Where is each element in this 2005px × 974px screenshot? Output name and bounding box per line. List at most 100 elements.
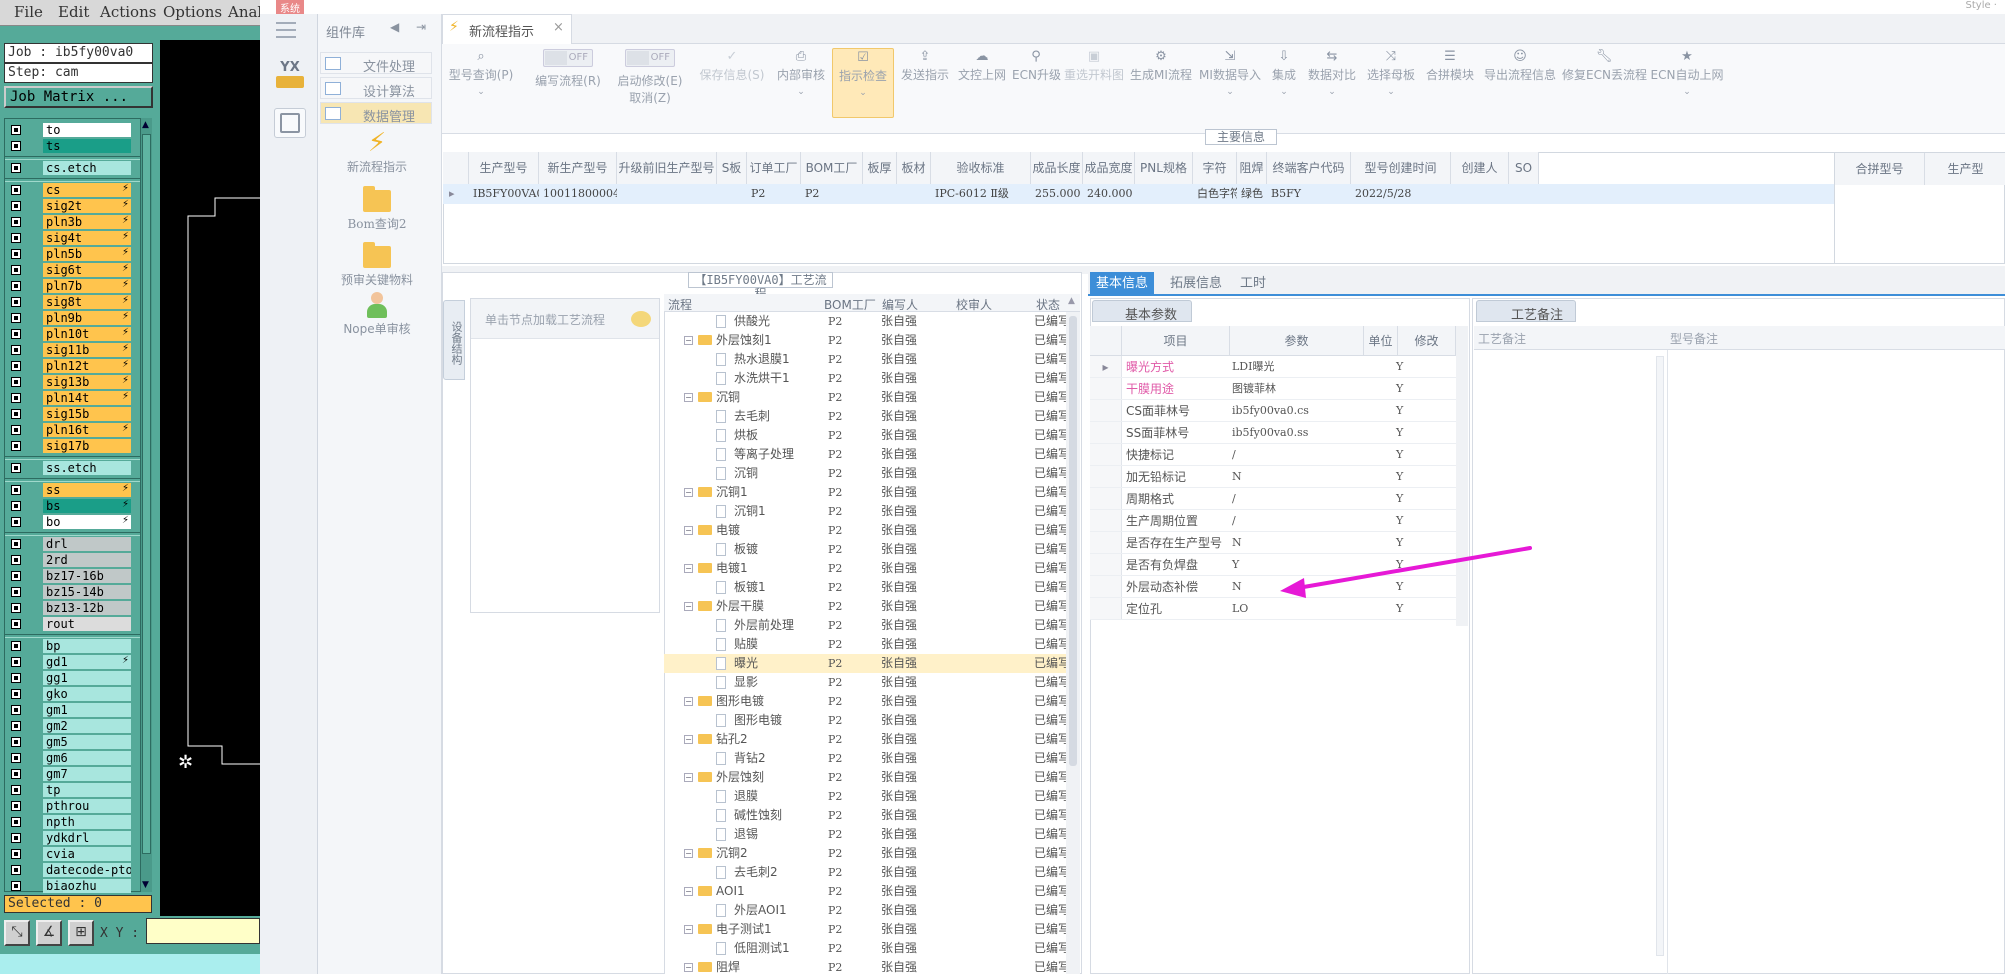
- tree-node[interactable]: 板镀1 P2 张自强 已编写: [664, 578, 1066, 597]
- collapse-toggle-icon[interactable]: −: [684, 925, 693, 934]
- table-cell[interactable]: P2: [801, 184, 863, 204]
- layer-checkbox[interactable]: [11, 425, 21, 435]
- tree-node[interactable]: 低阻测试1 P2 张自强 已编写: [664, 939, 1066, 958]
- layer-checkbox[interactable]: [11, 539, 21, 549]
- param-value[interactable]: 图镀菲林: [1232, 378, 1276, 400]
- tree-node[interactable]: − 沉铜 P2 张自强 已编写: [664, 388, 1066, 407]
- layer-name[interactable]: gd1: [43, 655, 131, 669]
- toggle-switch[interactable]: OFF: [625, 49, 675, 67]
- process-remark-text[interactable]: [1474, 350, 1668, 974]
- layer-checkbox[interactable]: [11, 377, 21, 387]
- layer-name[interactable]: ss: [43, 483, 131, 497]
- layer-row[interactable]: cvia: [7, 847, 131, 861]
- layer-row[interactable]: drl: [7, 537, 131, 551]
- layer-row[interactable]: ss.etch: [7, 461, 131, 475]
- reopen-drawing-button[interactable]: ▣ 重选开料图: [1062, 48, 1126, 118]
- collapse-toggle-icon[interactable]: −: [684, 849, 693, 858]
- param-value[interactable]: /: [1232, 510, 1236, 532]
- layer-name[interactable]: bz15-14b: [43, 585, 131, 599]
- layer-checkbox[interactable]: [11, 265, 21, 275]
- layer-name[interactable]: pln9b: [43, 311, 131, 325]
- layer-name[interactable]: sig2t: [43, 199, 131, 213]
- layer-name[interactable]: sig4t: [43, 231, 131, 245]
- measure-tool-icon[interactable]: ∡: [36, 920, 62, 946]
- tree-node[interactable]: 退锡 P2 张自强 已编写: [664, 825, 1066, 844]
- layer-row[interactable]: bp: [7, 639, 131, 653]
- layer-checkbox[interactable]: [11, 619, 21, 629]
- table-cell[interactable]: 2022/5/28: [1351, 184, 1451, 204]
- layer-row[interactable]: bz17-16b: [7, 569, 131, 583]
- menu-edit[interactable]: Edit: [58, 3, 89, 21]
- layer-name[interactable]: 2rd: [43, 553, 131, 567]
- collapse-toggle-icon[interactable]: −: [684, 393, 693, 402]
- layer-checkbox[interactable]: [11, 141, 21, 151]
- tree-node[interactable]: 显影 P2 张自强 已编写: [664, 673, 1066, 692]
- layer-row[interactable]: sig11b ⚡: [7, 343, 131, 357]
- collapse-left-icon[interactable]: ◀: [390, 20, 399, 34]
- tree-node[interactable]: − 外层蚀刻1 P2 张自强 已编写: [664, 331, 1066, 350]
- layer-checkbox[interactable]: [11, 689, 21, 699]
- layer-row[interactable]: sig6t ⚡: [7, 263, 131, 277]
- layer-row[interactable]: pln7b ⚡: [7, 279, 131, 293]
- row-selector-icon[interactable]: ▸: [445, 184, 465, 204]
- tool-material-review[interactable]: 预审关键物料: [322, 242, 432, 288]
- layer-checkbox[interactable]: [11, 817, 21, 827]
- layer-name[interactable]: pthrou: [43, 799, 131, 813]
- col-merge-model[interactable]: 合拼型号: [1835, 153, 1925, 185]
- toggle-switch[interactable]: OFF: [543, 49, 593, 67]
- col-item[interactable]: 项目: [1122, 326, 1230, 356]
- tab-extended-info[interactable]: 拓展信息: [1164, 272, 1228, 296]
- layer-row[interactable]: gg1: [7, 671, 131, 685]
- layer-name[interactable]: bs: [43, 499, 131, 513]
- tool-new-flow[interactable]: ⚡ 新流程指示: [322, 128, 432, 175]
- layer-row[interactable]: pln12t ⚡: [7, 359, 131, 373]
- load-process-box[interactable]: 单击节点加载工艺流程: [470, 298, 660, 613]
- scroll-down-icon[interactable]: ▼: [142, 880, 149, 890]
- param-row[interactable]: 加无铅标记 N Y: [1090, 466, 1456, 488]
- table-cell[interactable]: 10011800004939: [539, 184, 617, 204]
- table-cell[interactable]: 绿色: [1237, 184, 1267, 204]
- layer-checkbox[interactable]: [11, 163, 21, 173]
- layer-checkbox[interactable]: [11, 125, 21, 135]
- tree-node[interactable]: 沉铜1 P2 张自强 已编写: [664, 502, 1066, 521]
- data-compare-button[interactable]: ⇆ 数据对比 ⌄: [1304, 48, 1360, 118]
- layer-name[interactable]: gm5: [43, 735, 131, 749]
- ecn-auto-online-button[interactable]: ★ ECN自动上网 ⌄: [1648, 48, 1726, 118]
- tree-node[interactable]: 外层AOI1 P2 张自强 已编写: [664, 901, 1066, 920]
- param-value[interactable]: ib5fy00va0.cs: [1232, 400, 1309, 422]
- write-flow-button[interactable]: OFF 编写流程(R): [522, 48, 614, 118]
- layer-name[interactable]: gm2: [43, 719, 131, 733]
- param-value[interactable]: /: [1232, 488, 1236, 510]
- layer-row[interactable]: ydkdrl: [7, 831, 131, 845]
- layer-checkbox[interactable]: [11, 393, 21, 403]
- layer-row[interactable]: pthrou: [7, 799, 131, 813]
- table-cell[interactable]: [1451, 184, 1509, 204]
- param-value[interactable]: LO: [1232, 598, 1248, 620]
- collapse-toggle-icon[interactable]: −: [684, 773, 693, 782]
- layer-row[interactable]: bz13-12b: [7, 601, 131, 615]
- col-unit[interactable]: 单位: [1364, 326, 1398, 356]
- collapse-toggle-icon[interactable]: −: [684, 526, 693, 535]
- layer-name[interactable]: cs: [43, 183, 131, 197]
- param-row[interactable]: 生产周期位置 / Y: [1090, 510, 1456, 532]
- mi-import-button[interactable]: ⇲ MI数据导入 ⌄: [1196, 48, 1264, 118]
- layer-row[interactable]: datecode-pto: [7, 863, 131, 877]
- param-row[interactable]: CS面菲林号 ib5fy00va0.cs Y: [1090, 400, 1456, 422]
- job-matrix-button[interactable]: Job Matrix ...: [4, 86, 153, 108]
- lib-item-data[interactable]: 数据管理: [320, 102, 432, 125]
- collapse-toggle-icon[interactable]: −: [684, 602, 693, 611]
- layer-row[interactable]: pln5b ⚡: [7, 247, 131, 261]
- layer-name[interactable]: cvia: [43, 847, 131, 861]
- layer-row[interactable]: to: [7, 123, 131, 137]
- layer-name[interactable]: cs.etch: [43, 161, 131, 175]
- layer-checkbox[interactable]: [11, 603, 21, 613]
- table-cell[interactable]: [897, 184, 931, 204]
- layer-checkbox[interactable]: [11, 441, 21, 451]
- layer-name[interactable]: tp: [43, 783, 131, 797]
- layer-checkbox[interactable]: [11, 409, 21, 419]
- layer-row[interactable]: gm7: [7, 767, 131, 781]
- calculator-icon[interactable]: [274, 108, 306, 138]
- layer-row[interactable]: gd1 ⚡: [7, 655, 131, 669]
- layer-name[interactable]: sig13b: [43, 375, 131, 389]
- param-row[interactable]: SS面菲林号 ib5fy00va0.ss Y: [1090, 422, 1456, 444]
